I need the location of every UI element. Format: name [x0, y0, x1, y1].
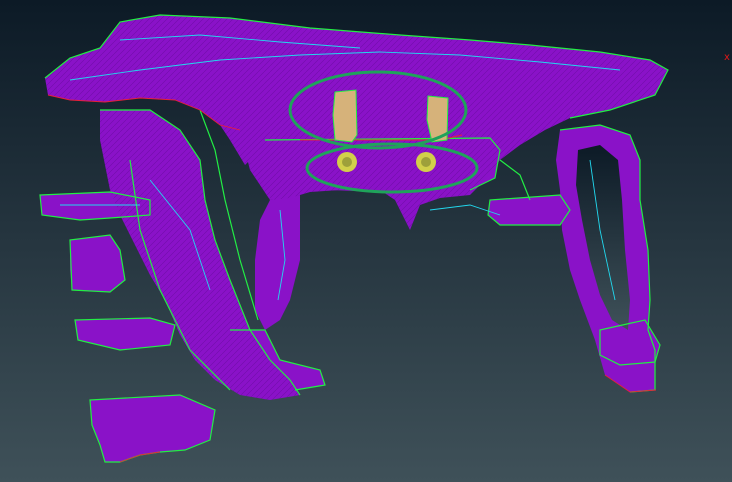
cluster-bracket-left[interactable]: [333, 90, 357, 142]
axis-indicator-label: x: [724, 52, 730, 63]
fastener-left-hole: [342, 157, 352, 167]
model-canvas[interactable]: [0, 0, 732, 482]
fastener-right-hole: [421, 157, 431, 167]
3d-viewport[interactable]: x: [0, 0, 732, 482]
